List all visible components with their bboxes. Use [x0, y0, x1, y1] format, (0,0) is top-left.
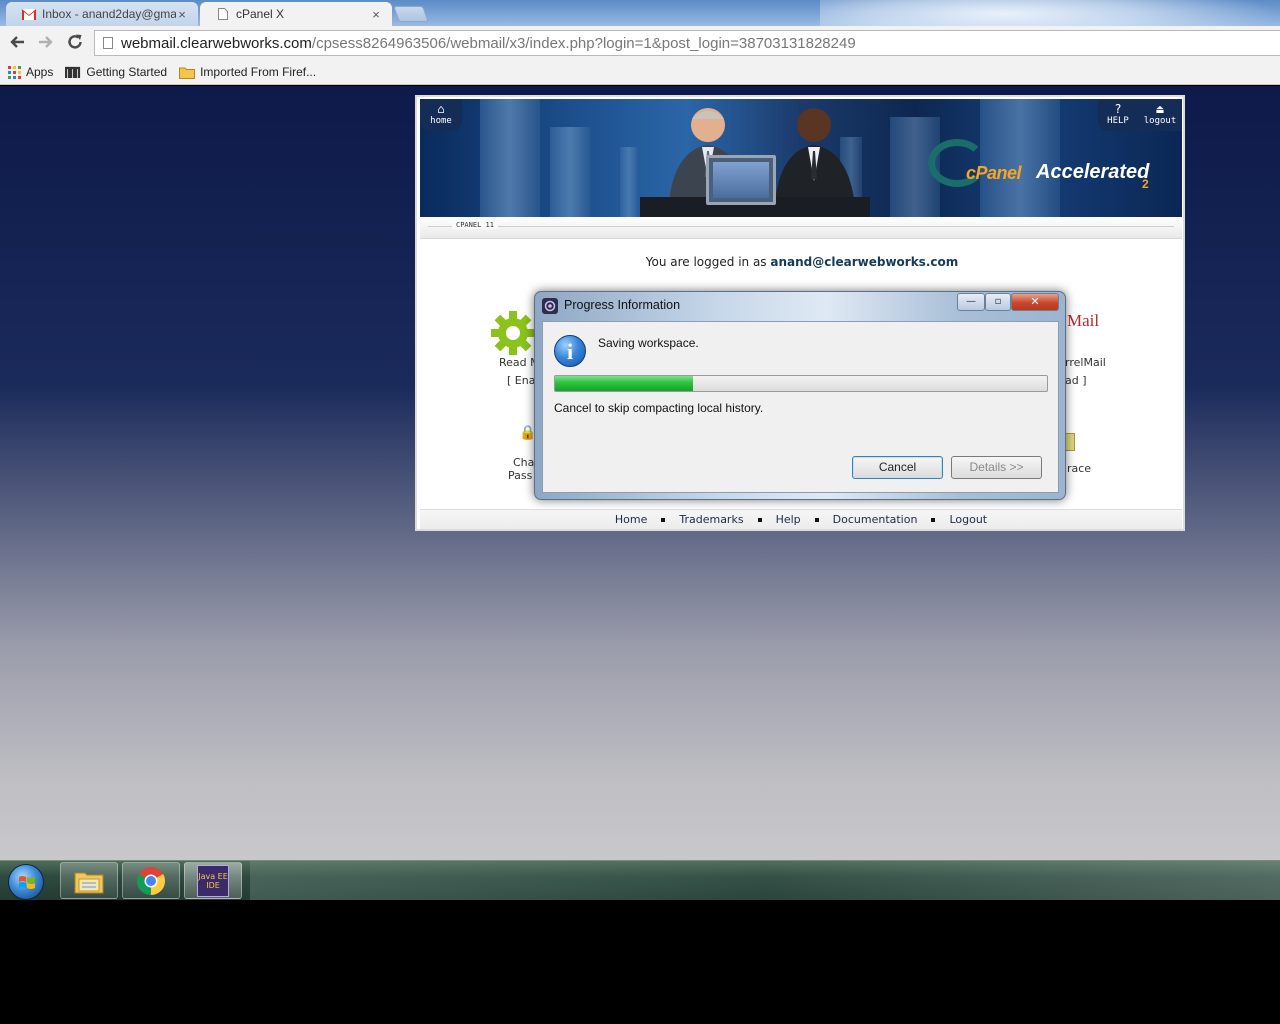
- login-status: You are logged in as anand@clearwebworks…: [645, 255, 959, 269]
- cpanel-header-right: ? HELP ⏏ logout: [1098, 99, 1182, 131]
- squirrelmail-link[interactable]: irrelMail: [1062, 356, 1106, 369]
- gmail-icon: [22, 8, 36, 20]
- cancel-button[interactable]: Cancel: [852, 456, 943, 479]
- tab-close-icon[interactable]: ×: [370, 7, 382, 22]
- minimize-button[interactable]: —: [957, 293, 985, 311]
- laptop-photo: [706, 155, 776, 205]
- change-password-link[interactable]: Cha: [513, 456, 534, 469]
- start-button[interactable]: [8, 864, 44, 900]
- login-user: anand@clearwebworks.com: [770, 255, 959, 269]
- bookmark-imported-from-firefox[interactable]: Imported From Firef...: [179, 65, 316, 79]
- dialog-body: i Saving workspace. Cancel to skip compa…: [542, 321, 1059, 493]
- bookmark-label: Apps: [26, 65, 54, 79]
- bookmark-apps[interactable]: Apps: [8, 65, 53, 79]
- details-button[interactable]: Details >>: [951, 456, 1042, 479]
- progress-bar: [554, 375, 1048, 392]
- footer-documentation-link[interactable]: Documentation: [819, 513, 932, 526]
- dialog-title: Progress Information: [564, 298, 681, 312]
- restore-button[interactable]: ▫: [985, 293, 1011, 311]
- close-icon: ✕: [1030, 295, 1040, 308]
- help-icon: ?: [1114, 102, 1122, 116]
- m-icon: [65, 66, 81, 79]
- windows-explorer-icon: [74, 872, 104, 893]
- progress-information-dialog: Progress Information — ▫ ✕ i Saving work…: [534, 291, 1066, 500]
- cpanel-home-button[interactable]: ⌂ home: [420, 99, 462, 131]
- close-button[interactable]: ✕: [1011, 293, 1059, 311]
- cpanel-accelerated-logo: cPanel Accelerated 2: [928, 139, 1168, 199]
- eclipse-icon: [542, 298, 558, 314]
- gear-icon: [491, 311, 535, 355]
- cpanel-banner: ⌂ home ? HELP ⏏ logout cPanel Accelerate…: [420, 99, 1182, 217]
- squirrelmail-logo: Mail: [1067, 311, 1100, 330]
- address-bar[interactable]: webmail.clearwebworks.com/cpsess82649635…: [94, 30, 1280, 56]
- progress-fill: [555, 376, 693, 391]
- tab-close-icon[interactable]: ×: [176, 7, 188, 22]
- browser-toolbar: webmail.clearwebworks.com/cpsess82649635…: [0, 26, 1280, 60]
- url-path: /cpsess8264963506/webmail/x3/index.php?l…: [311, 34, 856, 52]
- dialog-subtext: Cancel to skip compacting local history.: [554, 401, 764, 415]
- tab-cpanel-x[interactable]: cPanel X ×: [200, 2, 392, 26]
- cpanel-section-bar: CPANEL 11: [420, 217, 1182, 239]
- folder-icon: [179, 66, 196, 79]
- restore-icon: ▫: [994, 296, 1002, 307]
- java-ee-ide-icon: Java EE IDE: [197, 864, 229, 897]
- back-arrow-icon[interactable]: [7, 33, 27, 53]
- forward-arrow-icon[interactable]: [36, 33, 56, 53]
- tab-title: cPanel X: [236, 7, 285, 21]
- minimize-icon: —: [966, 296, 976, 307]
- logout-icon: ⏏: [1156, 102, 1164, 116]
- section-label: CPANEL 11: [452, 221, 498, 229]
- windows-logo-icon: [19, 876, 35, 889]
- reload-icon[interactable]: [65, 33, 85, 53]
- squirrelmail-load-link[interactable]: ad ]: [1065, 374, 1087, 387]
- cpanel-logout-button[interactable]: ⏏ logout: [1140, 102, 1180, 126]
- tab-gmail-inbox[interactable]: Inbox - anand2day@gmai ×: [6, 2, 198, 26]
- taskbar-windows-explorer[interactable]: [60, 862, 118, 899]
- bookmark-getting-started[interactable]: Getting Started: [65, 65, 167, 79]
- taskbar-chrome[interactable]: [122, 862, 180, 899]
- bookmarks-bar: Apps Getting Started Imported From Firef…: [0, 60, 1280, 85]
- new-tab-button[interactable]: [393, 6, 429, 22]
- cpanel-help-button[interactable]: ? HELP: [1102, 102, 1134, 126]
- change-password-link-line2[interactable]: Pass: [508, 469, 532, 482]
- footer-trademarks-link[interactable]: Trademarks: [665, 513, 757, 526]
- bookmark-label: Getting Started: [86, 65, 168, 79]
- trace-link[interactable]: race: [1067, 462, 1091, 475]
- footer-home-link[interactable]: Home: [601, 513, 661, 526]
- footer-logout-link[interactable]: Logout: [935, 513, 1001, 526]
- home-icon: ⌂: [437, 102, 445, 116]
- cpanel-footer: Home Trademarks Help Documentation Logou…: [420, 509, 1182, 529]
- footer-help-link[interactable]: Help: [762, 513, 815, 526]
- page-icon: [103, 37, 113, 49]
- chrome-icon: [137, 866, 165, 895]
- taskbar-java-ee-ide[interactable]: Java EE IDE: [184, 862, 242, 899]
- screen-black-area: [0, 900, 1280, 1024]
- bookmark-label: Imported From Firef...: [200, 65, 317, 79]
- dialog-message: Saving workspace.: [598, 336, 699, 350]
- apps-grid-icon: [8, 65, 21, 79]
- page-icon: [216, 8, 230, 20]
- tab-title: Inbox - anand2day@gmai: [42, 7, 176, 21]
- browser-tabstrip: Inbox - anand2day@gmai × cPanel X ×: [0, 0, 1280, 26]
- enable-link[interactable]: [ Ena: [507, 374, 535, 387]
- windows-taskbar: Java EE IDE: [0, 860, 1280, 900]
- url-host: webmail.clearwebworks.com: [121, 34, 312, 52]
- info-icon: i: [554, 335, 586, 367]
